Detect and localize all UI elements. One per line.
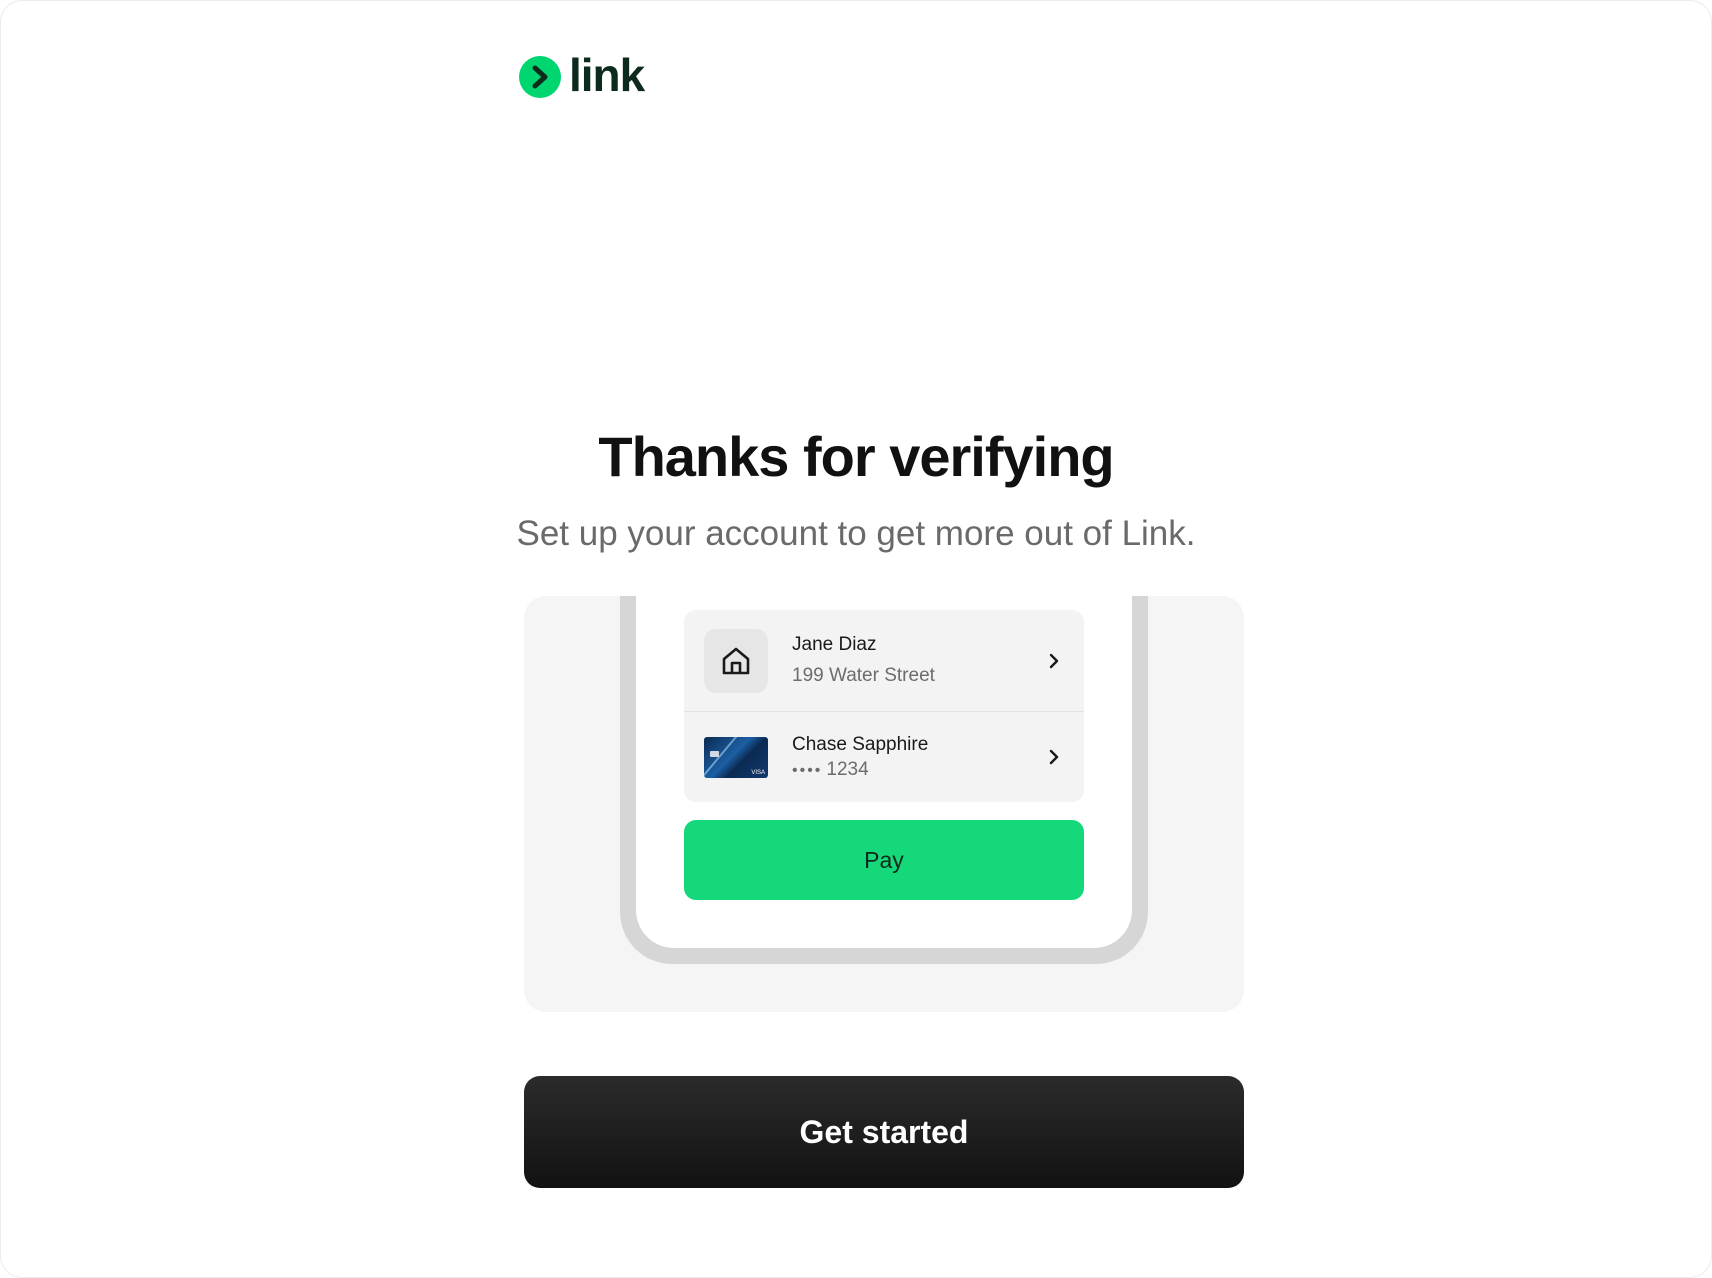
address-name: Jane Diaz bbox=[792, 634, 877, 655]
card-last4: 1234 bbox=[826, 758, 869, 780]
page-container: link Thanks for verifying Set up your ac… bbox=[0, 0, 1712, 1278]
page-title: Thanks for verifying bbox=[598, 425, 1114, 488]
get-started-button[interactable]: Get started bbox=[524, 1076, 1244, 1188]
address-street: 199 Water Street bbox=[792, 665, 935, 686]
phone-frame: Jane Diaz 199 Water Street VISA Chase Sa… bbox=[620, 596, 1148, 964]
home-icon bbox=[704, 628, 768, 693]
credit-card-icon: VISA bbox=[704, 736, 768, 778]
payment-row: VISA Chase Sapphire •••• 1234 bbox=[684, 712, 1084, 802]
card-name: Chase Sapphire bbox=[792, 733, 929, 755]
phone-screen: Jane Diaz 199 Water Street VISA Chase Sa… bbox=[636, 596, 1132, 948]
card-number: •••• 1234 bbox=[792, 759, 1044, 781]
address-row: Jane Diaz 199 Water Street bbox=[684, 610, 1084, 712]
link-logo: link bbox=[519, 52, 645, 98]
chevron-right-icon bbox=[1044, 747, 1064, 767]
card-masked-dots: •••• bbox=[792, 761, 823, 779]
link-logo-icon bbox=[519, 56, 561, 98]
checkout-details: Jane Diaz 199 Water Street VISA Chase Sa… bbox=[684, 610, 1084, 802]
card-brand: VISA bbox=[751, 769, 765, 776]
link-logo-text: link bbox=[569, 49, 645, 101]
pay-button-illustration: Pay bbox=[684, 820, 1084, 900]
phone-illustration: Jane Diaz 199 Water Street VISA Chase Sa… bbox=[524, 596, 1244, 1012]
chevron-right-icon bbox=[1044, 651, 1064, 671]
page-subtitle: Set up your account to get more out of L… bbox=[516, 514, 1196, 553]
